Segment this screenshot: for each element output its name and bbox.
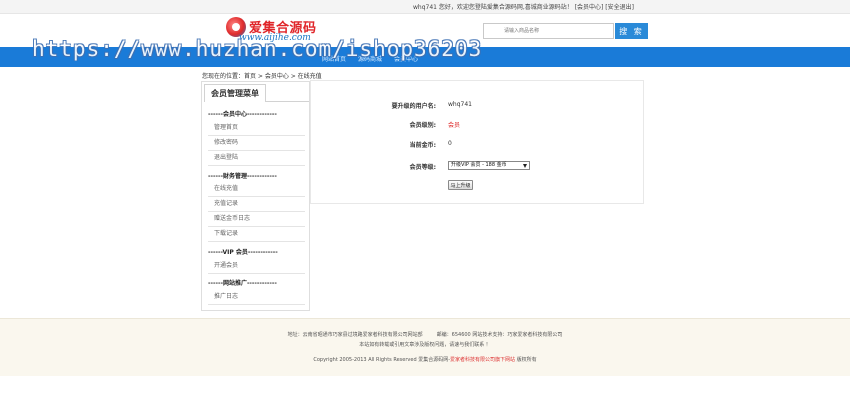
search-button[interactable]: 搜 索 [615, 23, 648, 39]
welcome-text: whq741 您好，欢迎您登陆爱集合源码网,喜城商业源码站！ [会员中心] [安… [412, 4, 634, 11]
footer-notice: 本站如有转载或引用文章涉及版权问题，请速与我们联系 ！ [359, 342, 491, 348]
footer-address-line: 地址：云南省昭通市巧家县过境路爱家者科技有限公司网站部 邮编：654600 网站技… [0, 331, 850, 338]
sidebar-section-promotion: ------网站推广------------ [208, 280, 277, 287]
footer-copyright-prefix: Copyright 2005-2013 All Rights Reserved … [313, 357, 451, 363]
sidebar-item-change-password[interactable]: 修改密码 [208, 136, 305, 151]
sidebar-section-member: ------会员中心------------ [208, 111, 277, 118]
footer-address: 地址：云南省昭通市巧家县过境路爱家者科技有限公司网站部 [287, 332, 423, 338]
sidebar-item-recharge[interactable]: 在线充值 [208, 182, 305, 197]
upgrade-submit-button[interactable]: 马上升级 [448, 180, 473, 190]
coins-value: 0 [448, 140, 452, 147]
sidebar-item-dashboard[interactable]: 管理首页 [208, 121, 305, 136]
footer-company-link[interactable]: 爱家者科技有限公司旗下网站 [450, 357, 515, 363]
footer-copyright-suffix: 版权所有 [515, 357, 537, 363]
search-bar: 搜 索 [483, 23, 648, 39]
sidebar-section-vip: ------VIP 会员------------ [208, 249, 278, 256]
site-footer: 地址：云南省昭通市巧家县过境路爱家者科技有限公司网站部 邮编：654600 网站技… [0, 318, 850, 376]
logout-link[interactable]: 安全退出 [608, 4, 632, 11]
level-value: 会员 [448, 122, 461, 129]
welcome-message: whq741 您好，欢迎您登陆爱集合源码网,喜城商业源码站！ [412, 4, 573, 11]
username-label: 要升级的用户名: [391, 103, 436, 110]
coins-label: 当前金币: [409, 142, 436, 149]
grade-label: 会员等级: [409, 164, 436, 171]
sidebar-section-finance: ------财务管理------------ [208, 173, 277, 180]
sidebar-item-coin-log[interactable]: 赠送金币日志 [208, 212, 305, 227]
footer-copyright: Copyright 2005-2013 All Rights Reserved … [0, 356, 850, 363]
sidebar-item-open-vip[interactable]: 开通会员 [208, 259, 305, 274]
sidebar-item-promotion-log[interactable]: 推广日志 [208, 290, 305, 305]
sidebar-item-logout[interactable]: 退出登陆 [208, 151, 305, 166]
breadcrumb: 您现在的位置：首页 > 会员中心 > 在线充值 [202, 73, 322, 80]
chevron-down-icon [523, 164, 527, 168]
sidebar-title: 会员管理菜单 [204, 84, 266, 102]
sidebar-title-divider [266, 101, 309, 102]
grade-select[interactable]: 升级VIP 会员 - 188 金币 [448, 161, 530, 170]
username-value: whq741 [448, 101, 472, 108]
footer-postcode: 邮编：654600 网站技术支持：巧家爱家者科技有限公司 [436, 332, 563, 338]
level-label: 会员级别: [409, 122, 436, 129]
sidebar-item-recharge-history[interactable]: 充值记录 [208, 197, 305, 212]
member-center-link[interactable]: 会员中心 [577, 4, 601, 11]
watermark-text: https://www.huzhan.com/ishop36203 [32, 37, 483, 61]
sidebar-item-downloads[interactable]: 下载记录 [208, 227, 305, 242]
upgrade-panel: 要升级的用户名: whq741 会员级别: 会员 当前金币: 0 会员等级: 升… [310, 80, 644, 204]
grade-selected-value: 升级VIP 会员 - 188 金币 [451, 162, 507, 168]
member-sidebar: 会员管理菜单 ------会员中心------------ 管理首页 修改密码 … [201, 81, 310, 311]
top-bar: whq741 您好，欢迎您登陆爱集合源码网,喜城商业源码站！ [会员中心] [安… [0, 0, 850, 14]
search-input[interactable] [483, 23, 614, 39]
